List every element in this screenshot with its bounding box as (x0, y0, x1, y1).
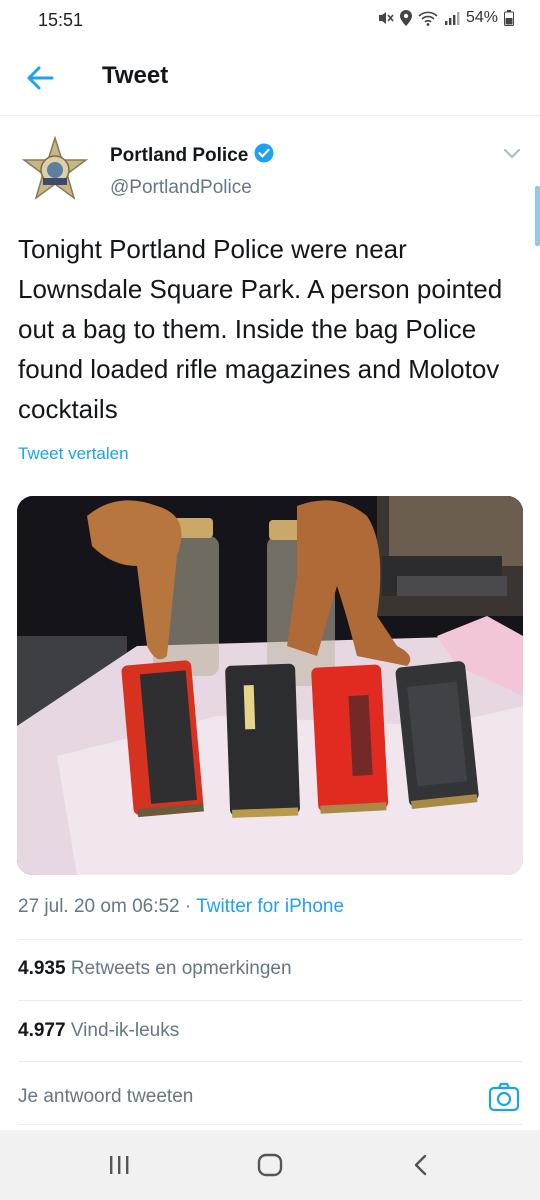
scroll-indicator[interactable] (535, 186, 540, 246)
retweets-count: 4.935 (18, 958, 66, 979)
tweet-text: Tonight Portland Police were near Lownsd… (18, 234, 503, 424)
camera-button[interactable] (488, 1081, 520, 1113)
signal-icon (444, 10, 460, 26)
divider (18, 1061, 522, 1062)
likes-count: 4.977 (18, 1020, 66, 1041)
chevron-down-icon (504, 149, 520, 159)
system-nav-bar (0, 1130, 540, 1200)
divider (18, 939, 522, 940)
status-icons: 54% (376, 9, 514, 27)
nav-back-button[interactable] (406, 1152, 436, 1178)
author-handle[interactable]: @PortlandPolice (110, 177, 252, 199)
author-name[interactable]: Portland Police (110, 143, 274, 169)
avatar[interactable] (18, 134, 92, 208)
likes-stat[interactable]: 4.977 Vind-ik-leuks (18, 1020, 179, 1042)
battery-percent: 54% (465, 9, 498, 26)
location-icon (399, 10, 412, 26)
photo-illustration (17, 496, 523, 875)
mute-icon (376, 10, 394, 26)
arrow-left-icon (27, 66, 54, 90)
tweet-menu-button[interactable] (502, 146, 522, 162)
recent-apps-button[interactable] (104, 1152, 134, 1178)
wifi-icon (418, 10, 438, 26)
status-bar: 15:51 54% (0, 0, 540, 40)
tweet-source-link[interactable]: Twitter for iPhone (196, 896, 344, 917)
reply-input[interactable]: Je antwoord tweeten (18, 1086, 193, 1108)
retweets-label: Retweets en opmerkingen (70, 958, 292, 979)
home-button[interactable] (255, 1152, 285, 1178)
verified-badge-icon (254, 143, 274, 169)
tweet-timestamp[interactable]: 27 jul. 20 om 06:52 (18, 896, 180, 917)
police-star-badge-icon (21, 135, 89, 200)
tweet-photo[interactable] (17, 496, 523, 875)
back-button[interactable] (22, 62, 58, 94)
back-icon (414, 1154, 427, 1176)
home-icon (257, 1153, 283, 1177)
divider (18, 1124, 522, 1125)
author-name-text: Portland Police (110, 145, 249, 166)
retweets-stat[interactable]: 4.935 Retweets en opmerkingen (18, 958, 292, 980)
meta-separator: · (184, 896, 192, 917)
page-title: Tweet (102, 62, 169, 89)
translate-tweet-link[interactable]: Tweet vertalen (18, 444, 129, 464)
status-time: 15:51 (38, 10, 84, 30)
divider (18, 1000, 522, 1001)
battery-icon (504, 10, 514, 26)
camera-icon (488, 1082, 520, 1112)
recent-apps-icon (110, 1156, 129, 1174)
app-header: Tweet (0, 40, 540, 116)
tweet-meta: 27 jul. 20 om 06:52 · Twitter for iPhone (18, 896, 344, 918)
likes-label: Vind-ik-leuks (70, 1020, 180, 1041)
